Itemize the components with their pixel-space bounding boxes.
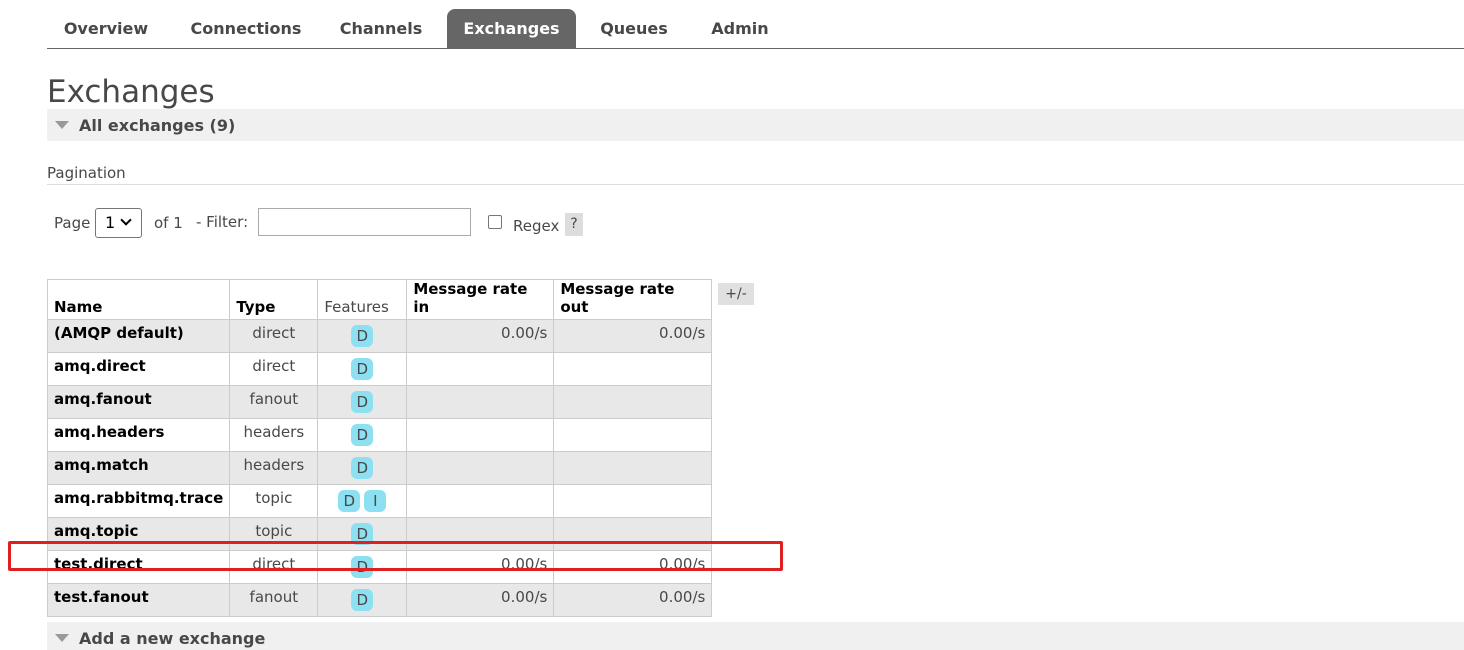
feature-badge: D xyxy=(338,490,361,512)
exchange-type: direct xyxy=(229,352,319,386)
collapse-triangle-icon xyxy=(55,121,69,129)
exchange-type: direct xyxy=(229,550,319,584)
exchange-features: D xyxy=(317,319,408,353)
exchange-name-link[interactable]: amq.match xyxy=(46,451,231,485)
rate-out-cell xyxy=(553,418,713,452)
rate-out-cell xyxy=(553,517,713,551)
table-row: amq.direct direct D xyxy=(46,352,713,386)
exchange-type: topic xyxy=(229,484,319,518)
exchange-type: fanout xyxy=(229,583,319,617)
rate-in-cell xyxy=(406,385,555,419)
rate-out-cell: 0.00/s xyxy=(553,583,713,617)
table-row: (AMQP default) direct D 0.00/s 0.00/s xyxy=(46,319,713,353)
table-row: amq.topic topic D xyxy=(46,517,713,551)
rate-out-cell xyxy=(553,451,713,485)
exchange-name-link[interactable]: test.direct xyxy=(46,550,231,584)
rate-in-cell xyxy=(406,484,555,518)
page-select-value: 1 xyxy=(105,213,116,232)
rate-out-cell: 0.00/s xyxy=(553,550,713,584)
tab-overview[interactable]: Overview xyxy=(47,9,165,48)
feature-badge: D xyxy=(351,457,374,479)
exchange-name-link[interactable]: test.fanout xyxy=(46,583,231,617)
collapse-triangle-icon xyxy=(55,634,69,642)
column-header-rate-out[interactable]: Message rate out xyxy=(553,279,713,320)
exchange-type: fanout xyxy=(229,385,319,419)
feature-badge: I xyxy=(364,490,387,512)
feature-badge: D xyxy=(351,325,374,347)
exchange-features: D xyxy=(317,418,408,452)
top-nav: Overview Connections Channels Exchanges … xyxy=(47,0,1464,49)
rate-in-cell: 0.00/s xyxy=(406,583,555,617)
exchange-features: DI xyxy=(317,484,408,518)
rate-in-cell xyxy=(406,418,555,452)
column-header-type[interactable]: Type xyxy=(229,279,319,320)
rate-in-cell xyxy=(406,352,555,386)
table-row: amq.headers headers D xyxy=(46,418,713,452)
column-toggle-button[interactable]: +/- xyxy=(718,283,754,305)
exchange-type: direct xyxy=(229,319,319,353)
feature-badge: D xyxy=(351,589,374,611)
table-row: test.fanout fanout D 0.00/s 0.00/s xyxy=(46,583,713,617)
rate-in-cell: 0.00/s xyxy=(406,550,555,584)
exchange-name-link[interactable]: amq.topic xyxy=(46,517,231,551)
regex-label: Regex xyxy=(513,217,560,235)
exchange-features: D xyxy=(317,451,408,485)
pagination-label: Pagination xyxy=(47,164,126,182)
exchange-features: D xyxy=(317,352,408,386)
feature-badge: D xyxy=(351,358,374,380)
table-row: test.direct direct D 0.00/s 0.00/s xyxy=(46,550,713,584)
exchange-type: headers xyxy=(229,418,319,452)
chevron-down-icon xyxy=(120,214,132,226)
column-header-name[interactable]: Name xyxy=(46,279,231,320)
tab-queues[interactable]: Queues xyxy=(591,9,677,48)
rate-out-cell xyxy=(553,385,713,419)
table-header-row: Name Type Features Message rate in Messa… xyxy=(46,279,713,320)
exchange-features: D xyxy=(317,385,408,419)
pagination-divider xyxy=(47,184,1464,185)
rate-in-cell: 0.00/s xyxy=(406,319,555,353)
exchange-name-link[interactable]: (AMQP default) xyxy=(46,319,231,353)
exchange-features: D xyxy=(317,517,408,551)
column-header-rate-in[interactable]: Message rate in xyxy=(406,279,555,320)
tab-admin[interactable]: Admin xyxy=(699,9,781,48)
page-select[interactable]: 1 xyxy=(95,208,142,238)
rate-out-cell xyxy=(553,484,713,518)
feature-badge: D xyxy=(351,556,374,578)
page-label: Page xyxy=(54,214,91,232)
exchanges-table: Name Type Features Message rate in Messa… xyxy=(46,279,713,617)
exchange-name-link[interactable]: amq.rabbitmq.trace xyxy=(46,484,231,518)
filter-input[interactable] xyxy=(258,208,471,236)
add-exchange-label: Add a new exchange xyxy=(79,629,266,648)
all-exchanges-toggle[interactable]: All exchanges (9) xyxy=(47,109,1464,141)
rate-out-cell xyxy=(553,352,713,386)
feature-badge: D xyxy=(351,424,374,446)
exchange-features: D xyxy=(317,583,408,617)
all-exchanges-label: All exchanges (9) xyxy=(79,116,236,135)
filter-label: - Filter: xyxy=(196,213,249,231)
rate-in-cell xyxy=(406,517,555,551)
exchange-name-link[interactable]: amq.direct xyxy=(46,352,231,386)
tab-channels[interactable]: Channels xyxy=(327,9,435,48)
page-title: Exchanges xyxy=(47,74,215,110)
rate-out-cell: 0.00/s xyxy=(553,319,713,353)
column-header-features: Features xyxy=(317,279,408,320)
page-count-label: of 1 xyxy=(154,214,183,232)
tab-exchanges[interactable]: Exchanges xyxy=(447,9,576,48)
table-row: amq.fanout fanout D xyxy=(46,385,713,419)
exchange-type: headers xyxy=(229,451,319,485)
exchange-type: topic xyxy=(229,517,319,551)
feature-badge: D xyxy=(351,391,374,413)
table-row: amq.rabbitmq.trace topic D I xyxy=(46,484,713,518)
feature-badge: D xyxy=(351,523,374,545)
exchange-features: D xyxy=(317,550,408,584)
tab-connections[interactable]: Connections xyxy=(177,9,315,48)
regex-checkbox[interactable] xyxy=(488,215,502,229)
add-exchange-toggle[interactable]: Add a new exchange xyxy=(47,622,1464,650)
exchange-name-link[interactable]: amq.headers xyxy=(46,418,231,452)
rate-in-cell xyxy=(406,451,555,485)
table-row: amq.match headers D xyxy=(46,451,713,485)
exchange-name-link[interactable]: amq.fanout xyxy=(46,385,231,419)
regex-help-button[interactable]: ? xyxy=(565,213,583,236)
